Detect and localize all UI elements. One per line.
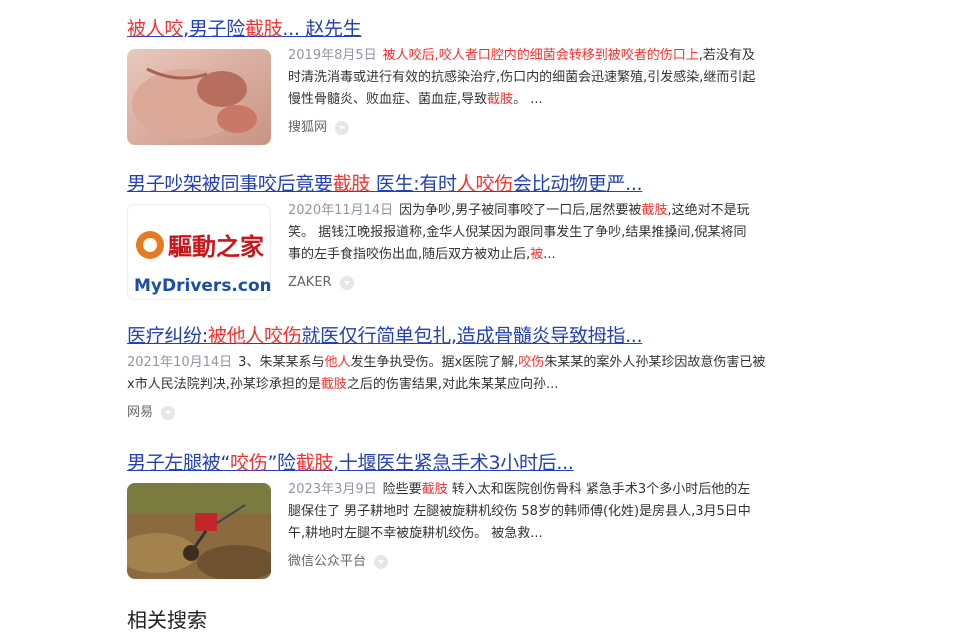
snippet-highlight: 他人 (324, 355, 351, 370)
source-name: ZAKER (288, 275, 332, 290)
result-snippet: 2023年3月9日 险些要截肢 转入太和医院创伤骨科 紧急手术3个多小时后他的左腿… (288, 479, 758, 545)
title-highlight: 人咬伤 (456, 173, 513, 195)
chevron-down-icon[interactable] (161, 406, 176, 420)
title-highlight: 截肢 (295, 452, 334, 474)
result-thumbnail[interactable] (127, 483, 271, 579)
result-title-link[interactable]: 男子吵架被同事咬后竟要截肢 医生:有时人咬伤会比动物更严... (127, 172, 767, 196)
title-text: 会比动物更严... (512, 173, 643, 195)
chevron-down-icon[interactable] (374, 555, 389, 569)
snippet-text: 发生争执受伤。据x医院了解, (350, 355, 519, 370)
result-snippet: 2021年10月14日 3、朱某某系与他人发生争执受伤。据x医院了解,咬伤朱某某的… (127, 352, 767, 396)
snippet-highlight: 截肢 (487, 92, 514, 107)
snippet-highlight: 截肢 (641, 203, 668, 218)
search-result: 男子左腿被“咬伤”险截肢,十堰医生紧急手术3小时后... 2023年3月9日 险些… (127, 451, 767, 579)
logo-en-text: MyDrivers.com (134, 276, 271, 296)
search-result: 被人咬,男子险截肢... 赵先生 2019年8月5日 被人咬后,咬人者口腔内的细菌… (127, 17, 767, 145)
title-text: 男子吵架被同事咬后竟要 (127, 173, 333, 195)
chevron-down-icon[interactable] (335, 121, 350, 135)
snippet-text: 之后的伤害结果,对此朱某某应向孙... (346, 377, 559, 392)
snippet-text: 因为争吵,男子被同事咬了一口后,居然要被 (399, 203, 642, 218)
chevron-down-icon[interactable] (339, 276, 354, 290)
result-thumbnail[interactable]: 驅動之家 MyDrivers.com (127, 204, 271, 300)
title-highlight: 截肢 (332, 173, 371, 195)
snippet-highlight: 被 (530, 247, 544, 262)
result-date: 2021年10月14日 (127, 355, 233, 370)
source-name: 网易 (127, 405, 154, 420)
result-snippet: 2019年8月5日 被人咬后,咬人者口腔内的细菌会转移到被咬者的伤口上,若没有及时… (288, 45, 758, 111)
title-text: ... 赵先生 (282, 18, 362, 40)
source-name: 搜狐网 (288, 120, 328, 135)
snippet-highlight: 咬伤 (518, 355, 545, 370)
search-result: 医疗纠纷:被他人咬伤就医仅行简单包扎,造成骨髓炎导致拇指... 2021年10月… (127, 324, 767, 424)
title-text: 就医仅行简单包扎,造成骨髓炎导致拇指... (301, 325, 643, 347)
related-searches-heading: 相关搜索 (127, 608, 207, 632)
result-thumbnail[interactable] (127, 49, 271, 145)
result-source[interactable]: 搜狐网 (288, 117, 758, 139)
snippet-text: 3、朱某某系与 (238, 355, 325, 370)
title-text: ”险 (267, 452, 296, 474)
result-snippet: 2020年11月14日 因为争吵,男子被同事咬了一口后,居然要被截肢,这绝对不是玩… (288, 200, 758, 266)
result-source[interactable]: 微信公众平台 (288, 551, 758, 573)
title-text: 男子左腿被“ (127, 452, 231, 474)
title-highlight: 被他人咬伤 (207, 325, 302, 347)
title-text: ,男子险 (183, 18, 245, 40)
logo-cn-text: 驅動之家 (168, 232, 264, 261)
snippet-highlight: 截肢 (320, 377, 347, 392)
result-date: 2023年3月9日 (288, 482, 377, 497)
source-name: 微信公众平台 (288, 554, 367, 569)
result-date: 2019年8月5日 (288, 48, 377, 63)
title-text: 医疗纠纷: (127, 325, 208, 347)
title-highlight: 咬伤 (230, 452, 268, 474)
search-result: 男子吵架被同事咬后竟要截肢 医生:有时人咬伤会比动物更严... 驅動之家 MyD… (127, 172, 767, 300)
title-text: ,十堰医生紧急手术3小时后... (333, 452, 574, 474)
result-source[interactable]: 网易 (127, 402, 767, 424)
result-title-link[interactable]: 医疗纠纷:被他人咬伤就医仅行简单包扎,造成骨髓炎导致拇指... (127, 324, 767, 348)
result-title-link[interactable]: 被人咬,男子险截肢... 赵先生 (127, 17, 767, 41)
title-text: 医生:有时 (370, 173, 457, 195)
title-highlight: 被人咬 (127, 18, 184, 40)
result-date: 2020年11月14日 (288, 203, 394, 218)
title-highlight: 截肢 (244, 18, 283, 40)
snippet-highlight: 截肢 (421, 482, 448, 497)
snippet-highlight: 被人咬后,咬人者口腔内的细菌会转移到被咬者的伤口上 (382, 48, 699, 63)
result-title-link[interactable]: 男子左腿被“咬伤”险截肢,十堰医生紧急手术3小时后... (127, 451, 767, 475)
snippet-text: 险些要 (382, 482, 422, 497)
result-source[interactable]: ZAKER (288, 272, 758, 294)
snippet-text: 。 ... (513, 92, 543, 107)
snippet-text: ... (543, 247, 556, 262)
